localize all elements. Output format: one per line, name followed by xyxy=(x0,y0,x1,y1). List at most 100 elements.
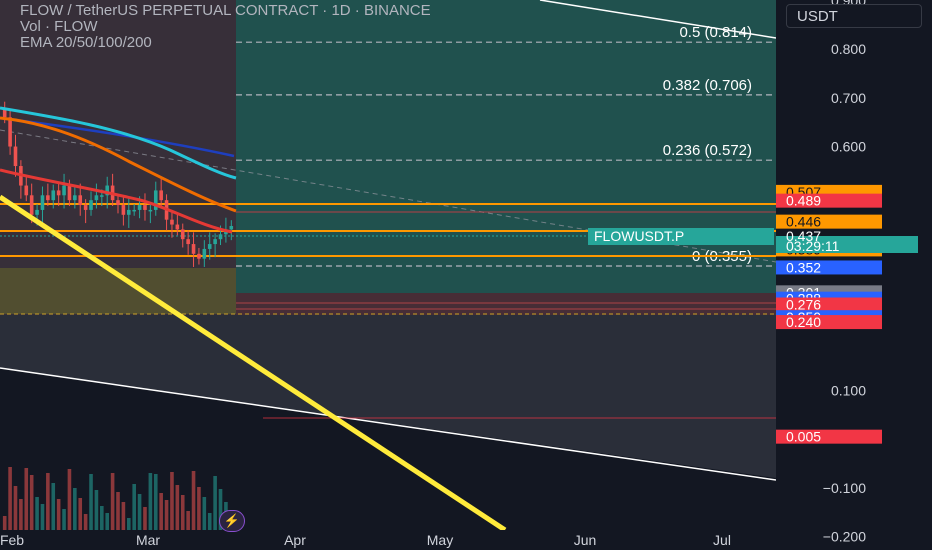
currency-selector[interactable]: USDT xyxy=(786,4,922,28)
countdown-value: 03:29:11 xyxy=(786,238,840,254)
fib-label: 0.236 (0.572) xyxy=(663,142,752,159)
volume-bar xyxy=(8,467,12,530)
ema-label: EMA 20/50/100/200 xyxy=(20,34,152,51)
time-tick-label: Apr xyxy=(284,532,306,548)
candle-body xyxy=(202,248,207,259)
volume-bar xyxy=(116,492,120,530)
volume-bar xyxy=(73,488,77,530)
volume-bar xyxy=(207,513,212,530)
candle-body xyxy=(180,229,185,240)
volume-bar xyxy=(105,513,110,530)
volume-bar xyxy=(121,502,126,530)
candle-body xyxy=(100,195,104,197)
volume-bar xyxy=(40,504,45,530)
volume-bar xyxy=(89,474,93,530)
time-tick-label: Feb xyxy=(0,532,24,548)
candle-body xyxy=(51,190,56,201)
candle-body xyxy=(186,239,190,245)
volume-bar xyxy=(175,485,180,530)
volume-bar xyxy=(100,506,104,530)
time-axis-bg xyxy=(0,530,776,550)
time-tick-label: May xyxy=(427,532,453,548)
candle-body xyxy=(40,195,45,210)
candle-body xyxy=(137,205,142,210)
price-tick-label: 0.600 xyxy=(831,139,866,155)
volume-bar xyxy=(126,518,131,530)
volume-bar xyxy=(202,497,207,530)
candle-body xyxy=(94,195,99,201)
volume-bar xyxy=(56,499,61,530)
candle-body xyxy=(207,244,212,249)
price-tick-label: 0.800 xyxy=(831,41,866,57)
candle-body xyxy=(67,185,72,201)
candle-body xyxy=(116,200,120,206)
volume-bar xyxy=(78,498,83,530)
candle-body xyxy=(229,226,234,230)
volume-bar xyxy=(67,469,72,530)
volume-bar xyxy=(137,494,142,530)
symbol-price-label: FLOWUSDT.P xyxy=(588,228,774,245)
candle-body xyxy=(121,205,126,215)
candle-body xyxy=(148,209,153,212)
time-axis: Feb Mar Apr May Jun Jul xyxy=(0,530,776,550)
candle-body xyxy=(159,190,163,201)
price-badge-label: 0.240 xyxy=(786,314,821,330)
price-badge-label: 0.005 xyxy=(786,429,821,445)
volume-bar xyxy=(191,471,196,530)
candle-body xyxy=(132,209,136,212)
candle-body xyxy=(56,190,61,196)
volume-bar xyxy=(46,473,50,530)
volume-bar xyxy=(13,486,18,530)
volume-bar xyxy=(159,493,163,530)
candle-body xyxy=(29,195,34,215)
volume-bar xyxy=(35,497,39,530)
price-badge-label: 0.489 xyxy=(786,193,821,209)
candle-body xyxy=(73,195,77,201)
candle-body xyxy=(78,195,83,206)
candle-body xyxy=(175,224,180,230)
candle-body xyxy=(46,195,50,201)
candle-body xyxy=(89,200,93,210)
candle-body xyxy=(24,185,29,196)
candle-body xyxy=(126,209,131,215)
support-zone-right xyxy=(236,293,776,315)
volume-bar xyxy=(110,473,115,530)
time-tick-label: Jun xyxy=(574,532,597,548)
time-tick-label: Jul xyxy=(713,532,731,548)
volume-bar xyxy=(197,487,201,530)
price-badge-label: 0.352 xyxy=(786,259,821,275)
candle-body xyxy=(143,205,147,210)
volume-bar xyxy=(2,516,7,530)
volume-bar xyxy=(170,472,174,530)
fib-label: 0.5 (0.814) xyxy=(679,24,752,41)
candle-body xyxy=(218,234,223,240)
volume-bar xyxy=(62,509,66,530)
price-tick-label: −0.200 xyxy=(823,529,866,545)
volume-bar xyxy=(186,511,190,530)
volume-bar xyxy=(143,507,147,530)
volume-bar xyxy=(153,474,158,530)
lightning-icon[interactable]: ⚡ xyxy=(219,510,245,532)
price-tick-label: −0.100 xyxy=(823,480,866,496)
price-chart[interactable]: 0.618 (0.922)0.5 (0.814)0.382 (0.706)0.2… xyxy=(0,0,932,550)
price-tick-label: 0.100 xyxy=(831,382,866,398)
candle-body xyxy=(197,253,201,259)
volume-bar xyxy=(132,484,136,530)
candle-body xyxy=(191,244,196,254)
volume-bar xyxy=(148,473,153,530)
volume-bar xyxy=(24,468,29,530)
candle-body xyxy=(83,205,88,210)
candle-body xyxy=(8,117,12,147)
volume-bar xyxy=(83,514,88,530)
volume-bar xyxy=(29,475,34,530)
time-tick-label: Mar xyxy=(136,532,160,548)
candle-body xyxy=(170,219,174,225)
candle-body xyxy=(213,239,217,245)
price-tick-label: 0.700 xyxy=(831,90,866,106)
volume-bar xyxy=(180,495,185,530)
volume-bar xyxy=(94,490,99,530)
fib-label: 0.382 (0.706) xyxy=(663,77,752,94)
candle-body xyxy=(35,209,39,215)
chart-title: FLOW / TetherUS PERPETUAL CONTRACT · 1D … xyxy=(20,2,431,19)
volume-bar xyxy=(164,500,169,530)
